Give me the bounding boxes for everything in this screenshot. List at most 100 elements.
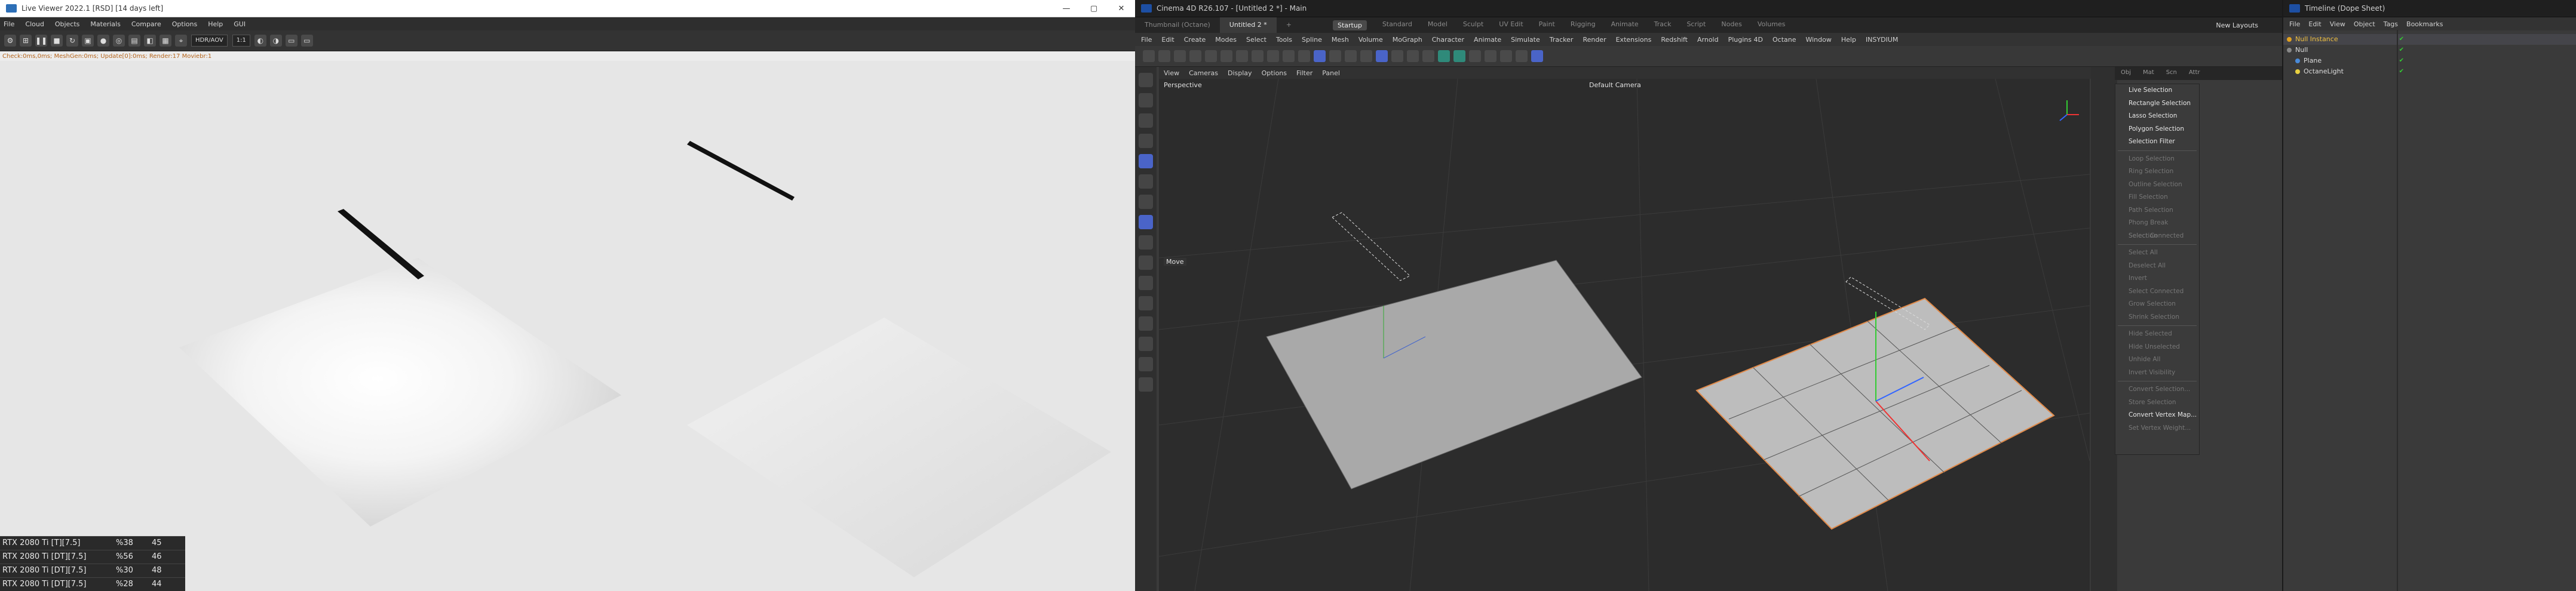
- timeline-menu-bookmarks[interactable]: Bookmarks: [2406, 20, 2443, 28]
- pen-icon[interactable]: [1407, 50, 1419, 62]
- layout-uv-edit[interactable]: UV Edit: [1499, 20, 1523, 30]
- menu-item-invert[interactable]: Invert: [2115, 272, 2199, 285]
- knife-icon[interactable]: [1139, 276, 1153, 290]
- menu-item-lasso-selection[interactable]: Lasso Selection: [2115, 110, 2199, 123]
- region-icon[interactable]: ▣: [82, 35, 94, 47]
- menu-item-ring-selection[interactable]: Ring Selection: [2115, 165, 2199, 178]
- move-tool-icon[interactable]: [1174, 50, 1186, 62]
- maximize-button[interactable]: ▢: [1080, 4, 1108, 13]
- move-icon[interactable]: [1139, 215, 1153, 229]
- layout-rigging[interactable]: Rigging: [1571, 20, 1596, 30]
- bevel-icon[interactable]: [1139, 316, 1153, 331]
- layout-track[interactable]: Track: [1654, 20, 1672, 30]
- effector-icon[interactable]: [1453, 50, 1465, 62]
- model-mode-icon[interactable]: [1376, 50, 1388, 62]
- close-button[interactable]: ✕: [1108, 4, 1135, 13]
- menu-item-store-selection[interactable]: Store Selection: [2115, 396, 2199, 410]
- menu-item-select-connected[interactable]: Select Connected: [2115, 230, 2199, 243]
- focus-icon[interactable]: ⌖: [175, 35, 187, 47]
- c4d-menu-item[interactable]: Spline: [1302, 36, 1322, 44]
- restart-icon[interactable]: ↻: [66, 35, 78, 47]
- c4d-menu-item[interactable]: INSYDIUM: [1866, 36, 1898, 44]
- tree-row[interactable]: Plane ✔: [2283, 56, 2576, 66]
- render-picture-icon[interactable]: [1345, 50, 1357, 62]
- viewport-menu-view[interactable]: View: [1164, 69, 1179, 77]
- tree-row[interactable]: Null ✔: [2283, 45, 2576, 56]
- clay-icon[interactable]: ◑: [269, 35, 282, 47]
- menu-item-polygon-selection[interactable]: Polygon Selection: [2115, 123, 2199, 136]
- tab-mat[interactable]: Mat: [2143, 69, 2154, 78]
- compare-icon[interactable]: ◧: [144, 35, 156, 47]
- cloner-icon[interactable]: [1438, 50, 1450, 62]
- c4d-menu-item[interactable]: Simulate: [1511, 36, 1540, 44]
- timeline-menu-object[interactable]: Object: [2354, 20, 2375, 28]
- menu-item-shrink-selection[interactable]: Shrink Selection: [2115, 311, 2199, 324]
- layout-nodes[interactable]: Nodes: [1721, 20, 1741, 30]
- tab-untitled[interactable]: Untitled 2 *: [1219, 17, 1277, 33]
- c4d-menu-item[interactable]: Modes: [1215, 36, 1237, 44]
- c4d-menu-item[interactable]: Plugins 4D: [1728, 36, 1763, 44]
- axis-x-icon[interactable]: [1220, 50, 1232, 62]
- menu-item-fill-selection[interactable]: Fill Selection: [2115, 191, 2199, 204]
- menu-item-convert-vertex-map[interactable]: Convert Vertex Map...: [2115, 409, 2199, 422]
- c4d-menu-item[interactable]: Render: [1583, 36, 1606, 44]
- timeline-menu-view[interactable]: View: [2330, 20, 2345, 28]
- menu-help[interactable]: Help: [208, 20, 223, 28]
- c4d-menu-item[interactable]: MoGraph: [1393, 36, 1422, 44]
- redo-icon[interactable]: [1158, 50, 1170, 62]
- c4d-menu-item[interactable]: Octane: [1772, 36, 1796, 44]
- floor-icon[interactable]: [1485, 50, 1496, 62]
- c4d-menu-item[interactable]: Animate: [1474, 36, 1501, 44]
- timeline-menu-edit[interactable]: Edit: [2308, 20, 2321, 28]
- rotate-tool-icon[interactable]: [1205, 50, 1217, 62]
- lock-icon[interactable]: ⊞: [20, 35, 32, 47]
- uv-mode-icon[interactable]: [1139, 174, 1153, 189]
- layout-script[interactable]: Script: [1686, 20, 1706, 30]
- save-icon[interactable]: ▤: [128, 35, 140, 47]
- points-mode-icon[interactable]: [1139, 113, 1153, 128]
- menu-item-loop-selection[interactable]: Loop Selection: [2115, 153, 2199, 166]
- menu-materials[interactable]: Materials: [90, 20, 120, 28]
- tab-attr[interactable]: Attr: [2189, 69, 2200, 78]
- c4d-menu-item[interactable]: Extensions: [1616, 36, 1652, 44]
- menu-item-selection-filter[interactable]: Selection Filter: [2115, 136, 2199, 149]
- viewport-menu-panel[interactable]: Panel: [1322, 69, 1340, 77]
- snap-settings-icon[interactable]: [1298, 50, 1310, 62]
- tree-row[interactable]: Null Instance ✔: [2283, 34, 2576, 45]
- tree-row[interactable]: OctaneLight ✔: [2283, 66, 2576, 77]
- viewport-menu-options[interactable]: Options: [1262, 69, 1287, 77]
- menu-item-path-selection[interactable]: Path Selection: [2115, 204, 2199, 217]
- menu-item-deselect-all[interactable]: Deselect All: [2115, 260, 2199, 273]
- menu-item-unhide-all[interactable]: Unhide All: [2115, 353, 2199, 367]
- layout-paint[interactable]: Paint: [1539, 20, 1555, 30]
- viewport-menu-cameras[interactable]: Cameras: [1189, 69, 1218, 77]
- settings-icon[interactable]: ⚙: [4, 35, 16, 47]
- menu-item-convert-selection[interactable]: Convert Selection...: [2115, 383, 2199, 396]
- light-icon[interactable]: [1516, 50, 1528, 62]
- live-select-icon[interactable]: [1139, 93, 1153, 107]
- brush-icon[interactable]: [1139, 337, 1153, 351]
- menu-file[interactable]: File: [4, 20, 14, 28]
- render-settings-icon[interactable]: [1360, 50, 1372, 62]
- polygons-mode-icon[interactable]: [1139, 154, 1153, 168]
- visibility-check-icon[interactable]: ✔: [2399, 56, 2404, 66]
- new-layouts-button[interactable]: New Layouts: [2216, 21, 2258, 29]
- timeline-menu-file[interactable]: File: [2289, 20, 2300, 28]
- magnet-icon[interactable]: [1139, 357, 1153, 371]
- menu-item-rectangle-selection[interactable]: Rectangle Selection: [2115, 97, 2199, 110]
- menu-options[interactable]: Options: [172, 20, 197, 28]
- view-icon[interactable]: [1139, 73, 1153, 87]
- menu-item-phong-break-selection[interactable]: Phong Break Selection: [2115, 217, 2199, 239]
- scale-tool-icon[interactable]: [1189, 50, 1201, 62]
- layout-model[interactable]: Model: [1428, 20, 1448, 30]
- menu-item-hide-unselected[interactable]: Hide Unselected: [2115, 341, 2199, 354]
- layout-volumes[interactable]: Volumes: [1758, 20, 1786, 30]
- menu-item-set-vertex-weight[interactable]: Set Vertex Weight...: [2115, 422, 2199, 435]
- c4d-menu-item[interactable]: Tracker: [1550, 36, 1574, 44]
- layout-animate[interactable]: Animate: [1611, 20, 1639, 30]
- viewport-menu-display[interactable]: Display: [1228, 69, 1252, 77]
- default-camera-label[interactable]: Default Camera: [1589, 81, 1641, 89]
- axis-z-icon[interactable]: [1252, 50, 1264, 62]
- render-view-icon[interactable]: [1329, 50, 1341, 62]
- tab-obj[interactable]: Obj: [2121, 69, 2131, 78]
